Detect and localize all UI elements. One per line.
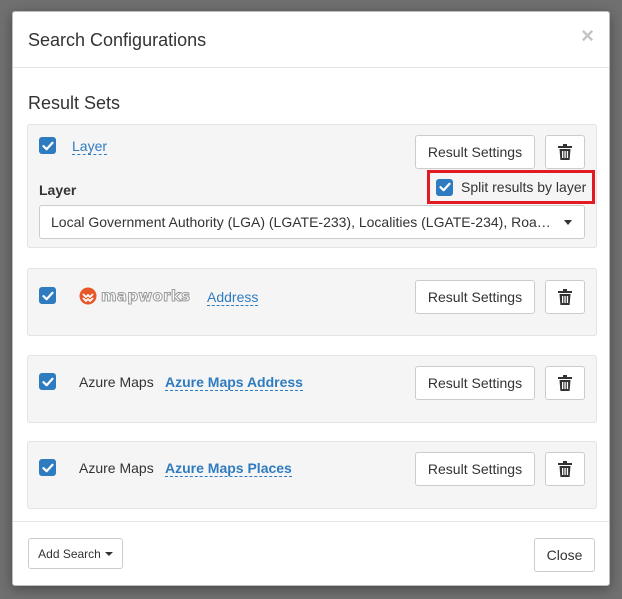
mapworks-logo: mapworks xyxy=(79,287,191,306)
azure-maps-address-link[interactable]: Azure Maps Address xyxy=(165,374,303,391)
address-link[interactable]: Address xyxy=(207,289,259,306)
result-settings-button[interactable]: Result Settings xyxy=(415,135,535,169)
delete-button[interactable] xyxy=(545,135,585,169)
trash-icon xyxy=(558,375,572,391)
mapworks-logo-text: mapworks xyxy=(100,287,191,306)
add-search-button[interactable]: Add Search xyxy=(28,538,123,569)
trash-icon xyxy=(558,289,572,305)
result-set-panel-address: mapworks Address Result Settings xyxy=(27,268,597,336)
enabled-checkbox[interactable] xyxy=(39,137,56,154)
dialog-footer: Add Search Close xyxy=(13,521,609,585)
result-settings-button[interactable]: Result Settings xyxy=(415,280,535,314)
result-set-panel-azure-address: Azure Maps Azure Maps Address Result Set… xyxy=(27,355,597,423)
trash-icon xyxy=(558,461,572,477)
result-set-panel-layer: Layer Result Settings Layer Split result… xyxy=(27,124,597,248)
dialog-header: Search Configurations × xyxy=(13,12,609,68)
result-set-panel-azure-places: Azure Maps Azure Maps Places Result Sett… xyxy=(27,441,597,509)
split-results-checkbox[interactable] xyxy=(436,178,453,196)
azure-maps-places-link[interactable]: Azure Maps Places xyxy=(165,460,292,477)
check-icon xyxy=(41,291,54,300)
dialog-title: Search Configurations xyxy=(28,30,207,50)
search-configurations-dialog: Search Configurations × Result Sets Laye… xyxy=(12,11,610,586)
result-settings-button[interactable]: Result Settings xyxy=(415,452,535,486)
provider-label: Azure Maps xyxy=(79,374,154,390)
split-results-option[interactable]: Split results by layer xyxy=(427,170,595,204)
close-button[interactable]: Close xyxy=(534,538,595,572)
add-search-label: Add Search xyxy=(38,546,101,561)
result-settings-button[interactable]: Result Settings xyxy=(415,366,535,400)
provider-label: Azure Maps xyxy=(79,460,154,476)
check-icon xyxy=(41,377,54,386)
caret-down-icon xyxy=(104,551,113,556)
check-icon xyxy=(41,463,54,472)
delete-button[interactable] xyxy=(545,280,585,314)
layer-field-label: Layer xyxy=(39,182,77,198)
delete-button[interactable] xyxy=(545,366,585,400)
caret-down-icon xyxy=(564,220,572,225)
layer-select[interactable]: Local Government Authority (LGA) (LGATE-… xyxy=(39,205,585,239)
enabled-checkbox[interactable] xyxy=(39,459,56,476)
check-icon xyxy=(41,141,54,150)
layer-select-value: Local Government Authority (LGA) (LGATE-… xyxy=(51,214,554,230)
check-icon xyxy=(438,182,451,192)
enabled-checkbox[interactable] xyxy=(39,373,56,390)
trash-icon xyxy=(558,144,572,160)
enabled-checkbox[interactable] xyxy=(39,287,56,304)
layer-link[interactable]: Layer xyxy=(72,138,108,155)
mapworks-logo-mark xyxy=(79,287,97,305)
section-title: Result Sets xyxy=(28,93,121,113)
delete-button[interactable] xyxy=(545,452,585,486)
close-icon[interactable]: × xyxy=(581,25,594,47)
split-results-label: Split results by layer xyxy=(461,179,587,195)
